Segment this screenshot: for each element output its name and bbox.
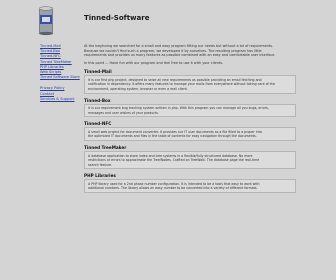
sidebar-link-software-store[interactable]: Tinned Software Store <box>40 75 82 80</box>
description-line: environment, operating system, browser o… <box>88 86 188 91</box>
intro-block: At the beginning we searched for a small… <box>84 44 296 65</box>
description-line: messages and user wishes of your product… <box>88 110 159 115</box>
description-line: search feature. <box>88 162 113 167</box>
intro-line: In this point ... Have fun with our prog… <box>84 60 224 65</box>
section-tinned-treemaker: Tinned TreeMaker A database application … <box>84 145 296 170</box>
section-description-box: A PHP library used for a 2nd phase numbe… <box>84 179 296 194</box>
sidebar-link-services-support[interactable]: Services & Support <box>40 97 82 102</box>
description-line: additional numbers. The library allows a… <box>88 186 258 191</box>
description-line: It is our requirement bug tracking syste… <box>88 106 269 111</box>
section-tinned-mail: Tinned-Mail It is our first php project,… <box>84 69 296 94</box>
section-description-box: It is our first php project, designed to… <box>84 75 296 94</box>
main-content: At the beginning we searched for a small… <box>84 44 296 194</box>
page: Tinned-Software Tinned-Mail Tinned-Box T… <box>0 0 336 280</box>
intro-line: At the beginning we searched for a small… <box>84 44 274 48</box>
section-tinned-nfc: Tinned-NFC A small web project for docum… <box>84 121 296 142</box>
site-title: Tinned-Software <box>84 14 150 22</box>
section-description-box: A small web project for document convert… <box>84 127 296 142</box>
tin-can-logo-icon[interactable] <box>38 6 54 36</box>
sidebar-nav: Tinned-Mail Tinned-Box Tinned-NFC Tinned… <box>40 44 82 102</box>
description-line: the optimized IT documents and files in … <box>88 134 257 139</box>
section-description-box: A database application to store index an… <box>84 151 296 170</box>
intro-line: requirements and provides us many featur… <box>84 53 276 58</box>
section-php-libraries: PHP Libraries A PHP library used for a 2… <box>84 173 296 194</box>
section-tinned-box: Tinned-Box It is our requirement bug tra… <box>84 98 296 118</box>
section-description-box: It is our requirement bug tracking syste… <box>84 103 296 118</box>
